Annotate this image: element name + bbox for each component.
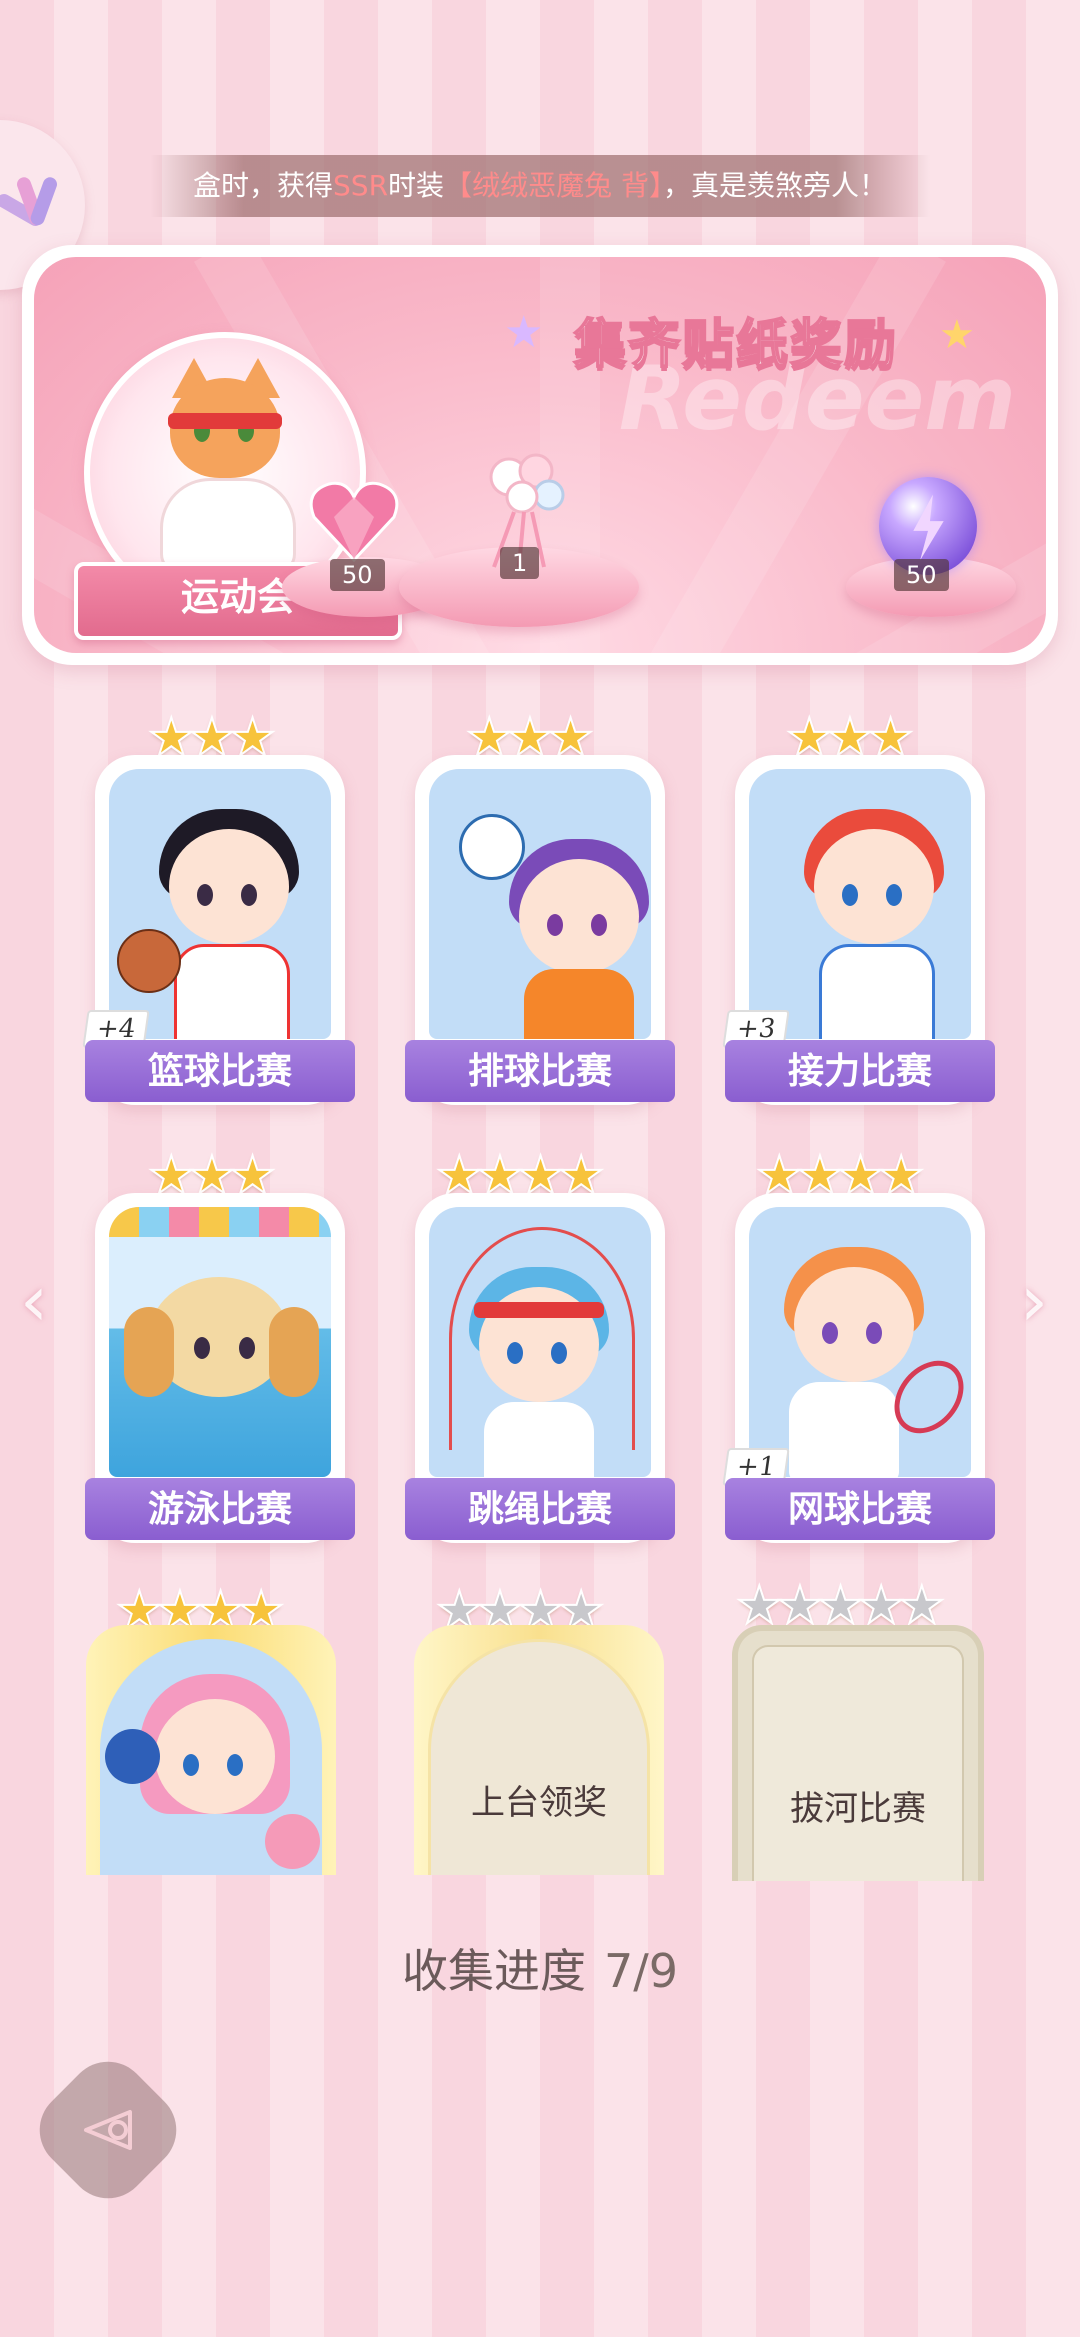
reward-quantity: 1 xyxy=(500,547,540,579)
headband xyxy=(168,413,282,429)
sticker-image xyxy=(429,769,651,1039)
sticker-image xyxy=(100,1639,322,1875)
card-label: 网球比赛 xyxy=(725,1478,995,1540)
ticker-text: 时装 xyxy=(388,169,445,202)
ticker-text: ，真是羡煞旁人！ xyxy=(662,169,887,202)
sticker-card-relay[interactable]: +3 接力比赛 xyxy=(722,755,995,1105)
basketball-icon xyxy=(117,929,181,993)
locked-card-title: 拔河比赛 xyxy=(790,1789,926,1829)
ticker-text: 盒时，获得 xyxy=(193,169,334,202)
sticker-card-volleyball[interactable]: 排球比赛 xyxy=(405,755,675,1105)
pink-heart-gem-icon[interactable] xyxy=(304,472,404,572)
pompom-icon xyxy=(105,1729,160,1784)
card-label: 篮球比赛 xyxy=(85,1040,355,1102)
card-label: 跳绳比赛 xyxy=(405,1478,675,1540)
locked-card-title: 上台领奖 xyxy=(471,1783,607,1823)
reward-quantity: 50 xyxy=(894,559,949,591)
sticker-card-tug-of-war-locked[interactable]: 拔河比赛 xyxy=(732,1625,984,1881)
sticker-image xyxy=(109,769,331,1039)
back-arrow-icon xyxy=(84,2110,132,2150)
sticker-image xyxy=(749,769,971,1039)
progress-value: 7/9 xyxy=(603,1944,679,1998)
prev-page-arrow-icon[interactable]: ‹ xyxy=(20,1260,48,1342)
card-label: 排球比赛 xyxy=(405,1040,675,1102)
sticker-image xyxy=(429,1207,651,1477)
sticker-card-tennis[interactable]: +1 网球比赛 xyxy=(722,1193,995,1543)
reward-quantity: 50 xyxy=(330,559,385,591)
star-icon: ★ xyxy=(504,307,544,358)
card-label: 接力比赛 xyxy=(725,1040,995,1102)
back-button[interactable] xyxy=(23,2045,193,2215)
sticker-card-basketball[interactable]: +4 篮球比赛 xyxy=(82,755,355,1105)
star-icon: ★ xyxy=(939,312,975,358)
next-page-arrow-icon[interactable]: › xyxy=(1020,1260,1048,1342)
banner-title: 集齐贴纸奖励 xyxy=(573,314,899,376)
sticker-card-jump-rope[interactable]: 跳绳比赛 xyxy=(405,1193,675,1543)
cat-body xyxy=(160,478,296,574)
card-label: 游泳比赛 xyxy=(85,1478,355,1540)
sticker-card-swimming[interactable]: 游泳比赛 xyxy=(85,1193,355,1543)
sticker-card-cheerleading[interactable] xyxy=(86,1625,336,1875)
collection-progress: 收集进度 7/9 xyxy=(0,1935,1080,2001)
announcement-ticker: 盒时，获得SSR时装【绒绒恶魔兔 背】，真是羡煞旁人！ xyxy=(150,155,930,217)
volleyball-icon xyxy=(459,814,525,880)
ticker-highlight: SSR xyxy=(333,169,389,202)
pompom-icon xyxy=(265,1814,320,1869)
sticker-image xyxy=(749,1207,971,1477)
ticker-highlight: 【绒绒恶魔兔 背】 xyxy=(444,169,663,202)
sticker-image xyxy=(109,1207,331,1477)
sticker-card-award-locked[interactable]: 上台领奖 xyxy=(414,1625,664,1875)
progress-label: 收集进度 xyxy=(401,1944,586,1998)
reward-banner: Redeem ★ ★ 集齐贴纸奖励 运动会 50 1 50 xyxy=(22,245,1058,665)
